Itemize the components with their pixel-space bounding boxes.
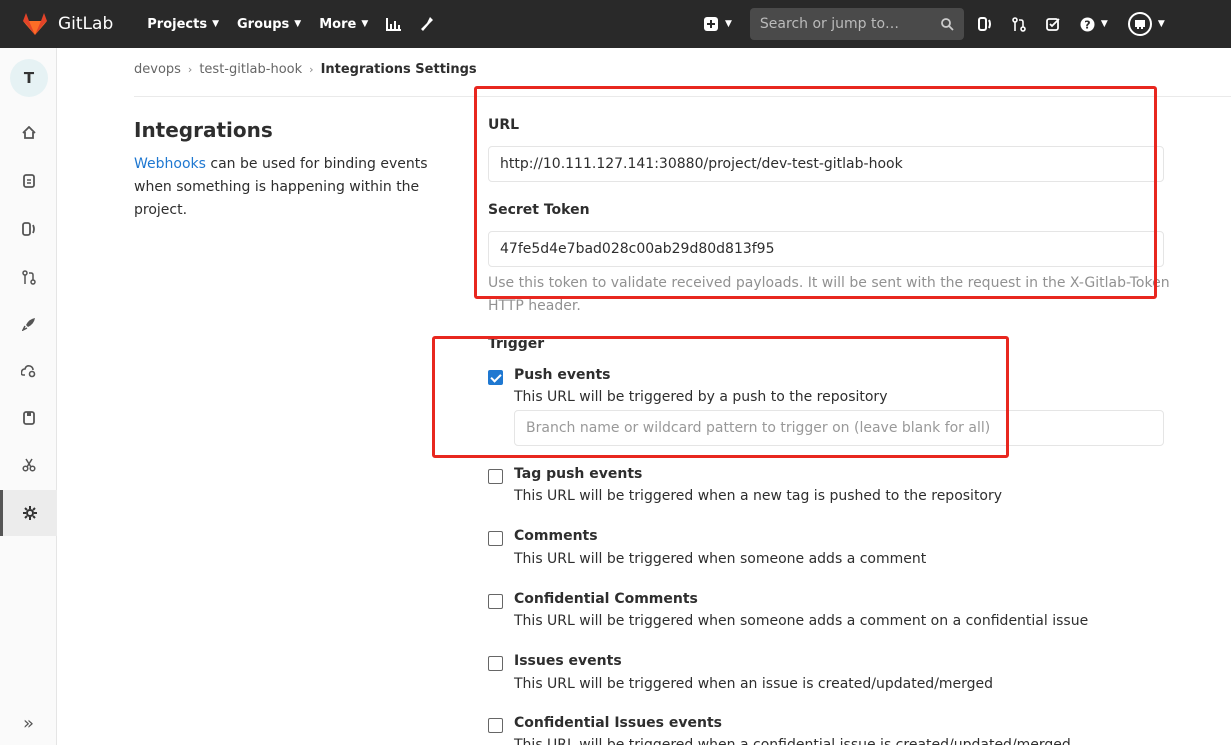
nav-more-label: More bbox=[319, 16, 357, 32]
tag-push-events-checkbox[interactable] bbox=[488, 469, 503, 484]
book-icon bbox=[22, 411, 35, 425]
tag-push-events-desc: This URL will be triggered when a new ta… bbox=[514, 488, 1003, 504]
url-field[interactable] bbox=[488, 146, 1164, 182]
issues-events-title: Issues events bbox=[514, 653, 622, 669]
secret-token-label: Secret Token bbox=[488, 202, 590, 218]
chevron-down-icon: ▼ bbox=[212, 19, 219, 29]
page-title: Integrations bbox=[134, 118, 273, 142]
sidebar-item-repository[interactable] bbox=[0, 161, 57, 201]
comments-checkbox[interactable] bbox=[488, 531, 503, 546]
issues-icon bbox=[21, 222, 35, 236]
chevron-down-icon: ▼ bbox=[725, 19, 732, 29]
gitlab-home-link[interactable]: GitLab bbox=[22, 12, 113, 36]
webhooks-link[interactable]: Webhooks bbox=[134, 156, 206, 172]
cloud-gear-icon bbox=[21, 365, 36, 378]
breadcrumb: devops › test-gitlab-hook › Integrations… bbox=[134, 62, 477, 77]
plus-square-icon bbox=[704, 17, 718, 31]
home-icon bbox=[21, 125, 36, 139]
breadcrumb-project[interactable]: test-gitlab-hook bbox=[199, 62, 302, 77]
tag-push-events-title: Tag push events bbox=[514, 466, 643, 482]
project-sidebar: T » bbox=[0, 48, 57, 745]
user-avatar-icon bbox=[1127, 12, 1152, 36]
sidebar-item-merge-requests[interactable] bbox=[0, 257, 57, 297]
help-icon: ? bbox=[1080, 17, 1095, 31]
search-icon bbox=[941, 17, 954, 31]
nav-projects-label: Projects bbox=[147, 16, 208, 32]
admin-wrench-icon[interactable] bbox=[420, 16, 434, 32]
highlight-box-url-token bbox=[474, 86, 1157, 299]
comments-title: Comments bbox=[514, 528, 598, 544]
sidebar-item-settings[interactable] bbox=[0, 490, 57, 536]
nav-groups-label: Groups bbox=[236, 16, 290, 32]
scissors-icon bbox=[21, 458, 36, 472]
confidential-issues-events-checkbox[interactable] bbox=[488, 718, 503, 733]
sidebar-item-ci-cd[interactable] bbox=[0, 304, 57, 344]
brand-name: GitLab bbox=[58, 14, 114, 34]
breadcrumb-group[interactable]: devops bbox=[134, 62, 181, 77]
push-events-title: Push events bbox=[514, 367, 611, 383]
nav-groups[interactable]: Groups ▼ bbox=[237, 17, 301, 32]
rocket-icon bbox=[21, 318, 35, 331]
gitlab-logo-icon bbox=[23, 13, 47, 35]
main-nav: Projects ▼ Groups ▼ More ▼ bbox=[147, 16, 452, 32]
secret-token-help: Use this token to validate received payl… bbox=[488, 275, 1170, 314]
push-events-checkbox[interactable] bbox=[488, 370, 503, 385]
breadcrumb-divider bbox=[134, 96, 1231, 97]
merge-requests-icon[interactable] bbox=[1012, 16, 1026, 32]
branch-filter-input[interactable] bbox=[514, 410, 1164, 446]
confidential-comments-checkbox[interactable] bbox=[488, 594, 503, 609]
chevron-right-icon: › bbox=[309, 63, 314, 76]
issues-events-desc: This URL will be triggered when an issue… bbox=[514, 676, 994, 692]
nav-more[interactable]: More ▼ bbox=[319, 17, 368, 32]
collapse-sidebar-icon[interactable]: » bbox=[0, 708, 57, 738]
url-label: URL bbox=[488, 117, 520, 133]
chevron-down-icon: ▼ bbox=[1157, 19, 1165, 29]
issues-icon[interactable] bbox=[977, 17, 992, 31]
sidebar-item-snippets[interactable] bbox=[0, 445, 57, 485]
gear-icon bbox=[23, 506, 37, 520]
comments-desc: This URL will be triggered when someone … bbox=[514, 551, 927, 567]
trigger-label: Trigger bbox=[488, 336, 545, 352]
svg-text:?: ? bbox=[1084, 18, 1090, 31]
sidebar-item-home[interactable] bbox=[0, 112, 57, 152]
activity-chart-icon[interactable] bbox=[386, 17, 402, 31]
search-input[interactable] bbox=[759, 16, 941, 32]
sidebar-item-operations[interactable] bbox=[0, 351, 57, 391]
confidential-comments-title: Confidential Comments bbox=[514, 591, 698, 607]
topbar-right: ▼ ? ▼ ▼ bbox=[704, 0, 1165, 48]
project-avatar[interactable]: T bbox=[10, 59, 48, 97]
chevron-right-icon: › bbox=[187, 63, 193, 76]
confidential-issues-events-title: Confidential Issues events bbox=[514, 715, 722, 731]
merge-request-icon bbox=[21, 269, 36, 285]
secret-token-field[interactable] bbox=[488, 231, 1164, 267]
nav-projects[interactable]: Projects ▼ bbox=[147, 17, 219, 32]
confidential-comments-desc: This URL will be triggered when someone … bbox=[514, 613, 1089, 629]
chevron-down-icon: ▼ bbox=[1100, 19, 1108, 29]
sidebar-item-wiki[interactable] bbox=[0, 398, 57, 438]
search-box[interactable] bbox=[749, 8, 964, 40]
user-menu-button[interactable]: ▼ bbox=[1127, 12, 1165, 36]
todos-icon[interactable] bbox=[1046, 17, 1060, 31]
push-events-desc: This URL will be triggered by a push to … bbox=[514, 389, 888, 405]
top-navbar: GitLab Projects ▼ Groups ▼ More ▼ ▼ Sear… bbox=[0, 0, 1231, 48]
sidebar-item-issues[interactable] bbox=[0, 209, 57, 249]
new-item-button[interactable]: ▼ bbox=[704, 17, 732, 31]
confidential-issues-events-desc: This URL will be triggered when a confid… bbox=[514, 737, 1071, 745]
chevron-down-icon: ▼ bbox=[294, 19, 302, 29]
integrations-description: Webhooks can be used for binding events … bbox=[134, 153, 434, 222]
issues-events-checkbox[interactable] bbox=[488, 656, 503, 671]
help-button[interactable]: ? ▼ bbox=[1080, 17, 1108, 32]
document-icon bbox=[22, 174, 35, 188]
chevron-down-icon: ▼ bbox=[361, 19, 369, 29]
breadcrumb-current[interactable]: Integrations Settings bbox=[321, 62, 477, 77]
